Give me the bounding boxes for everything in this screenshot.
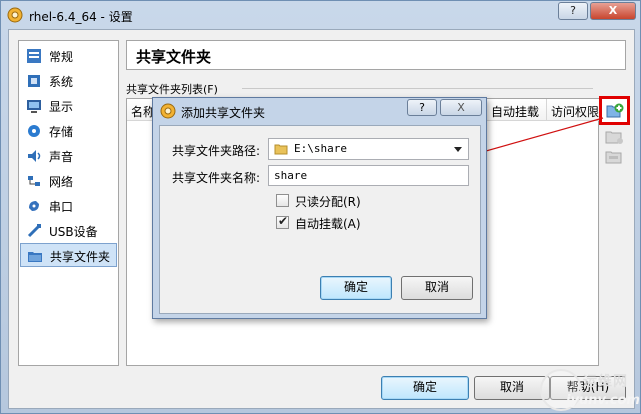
folder-path-combobox[interactable]: E:\share xyxy=(268,138,469,160)
sidebar-item-display[interactable]: 显示 xyxy=(20,94,117,118)
dialog-title: 添加共享文件夹 xyxy=(181,106,266,120)
system-icon xyxy=(28,75,40,87)
general-icon xyxy=(27,49,41,63)
folder-icon xyxy=(274,144,288,155)
folder-path-label: 共享文件夹路径: xyxy=(172,144,261,158)
sidebar-item-system[interactable]: 系统 xyxy=(20,69,117,93)
edit-folder-icon xyxy=(605,131,623,144)
add-folder-icon xyxy=(606,103,624,118)
chevron-down-icon[interactable] xyxy=(454,147,462,152)
display-icon xyxy=(27,100,41,113)
remove-folder-icon xyxy=(605,151,622,164)
virtualbox-gear-icon xyxy=(160,103,176,119)
sidebar-item-label: 网络 xyxy=(49,175,74,189)
dialog-body: 共享文件夹路径: E:\share 共享文件夹名称: share 只读分配(R)… xyxy=(159,125,481,314)
watermark-cn-text: 运维网 xyxy=(583,374,628,390)
sidebar-item-network[interactable]: 网络 xyxy=(20,169,117,193)
sidebar-item-shared-folders[interactable]: 共享文件夹 xyxy=(20,243,117,267)
sidebar-item-audio[interactable]: 声音 xyxy=(20,144,117,168)
sidebar-item-label: 显示 xyxy=(49,100,74,114)
automount-label[interactable]: 自动挂载(A) xyxy=(295,215,361,232)
settings-sidebar: 常规 系统 显示 存储 声音 网络 串口 USB设备 共享文件夹 xyxy=(18,40,119,366)
storage-icon xyxy=(28,125,40,137)
add-shared-folder-button[interactable] xyxy=(599,96,630,125)
ok-button[interactable]: 确定 xyxy=(381,376,469,400)
shared-folder-icon xyxy=(28,252,42,262)
sidebar-item-label: 声音 xyxy=(49,150,74,164)
sidebar-item-label: 存储 xyxy=(49,125,74,139)
window-title: rhel-6.4_64 - 设置 xyxy=(29,10,133,24)
sidebar-item-general[interactable]: 常规 xyxy=(20,44,117,68)
add-shared-folder-dialog: 添加共享文件夹 ? X 共享文件夹路径: E:\share 共享文件夹名称: s… xyxy=(152,97,487,319)
network-icon xyxy=(28,176,40,186)
readonly-checkbox[interactable] xyxy=(276,194,289,207)
remove-shared-folder-button[interactable] xyxy=(605,148,627,168)
usb-icon xyxy=(27,224,41,238)
dialog-cancel-button[interactable]: 取消 xyxy=(401,276,473,300)
divider xyxy=(242,88,593,89)
folder-name-input[interactable]: share xyxy=(268,165,469,186)
watermark-url-text: iyunv.com xyxy=(566,393,640,408)
title-bar: rhel-6.4_64 - 设置 ? X xyxy=(1,1,641,29)
window-help-button[interactable]: ? xyxy=(558,2,588,20)
dialog-ok-button[interactable]: 确定 xyxy=(320,276,392,300)
serial-port-icon xyxy=(29,201,39,211)
sidebar-item-serial-port[interactable]: 串口 xyxy=(20,194,117,218)
page-title-box: 共享文件夹 xyxy=(126,40,626,70)
page-title: 共享文件夹 xyxy=(136,48,212,66)
cancel-button[interactable]: 取消 xyxy=(474,376,550,400)
sidebar-item-label: USB设备 xyxy=(49,225,98,239)
virtualbox-gear-icon xyxy=(7,7,23,23)
sidebar-item-label: 系统 xyxy=(49,75,74,89)
edit-shared-folder-button[interactable] xyxy=(605,128,627,148)
automount-checkbox[interactable]: ✔ xyxy=(276,214,289,229)
sidebar-item-usb[interactable]: USB设备 xyxy=(20,219,117,243)
dialog-help-button[interactable]: ? xyxy=(407,99,437,116)
dialog-close-button[interactable]: X xyxy=(440,99,482,116)
checkmark-icon: ✔ xyxy=(278,214,289,228)
sidebar-item-label: 共享文件夹 xyxy=(50,250,111,264)
shared-folder-list-label: 共享文件夹列表(F) xyxy=(126,83,218,96)
sidebar-item-label: 串口 xyxy=(49,200,74,214)
folder-name-label: 共享文件夹名称: xyxy=(172,171,261,185)
sidebar-item-storage[interactable]: 存储 xyxy=(20,119,117,143)
folder-path-value: E:\share xyxy=(294,142,347,155)
column-header-access[interactable]: 访问权限 xyxy=(547,99,600,121)
dialog-title-bar: 添加共享文件夹 ? X xyxy=(153,98,486,124)
window-close-button[interactable]: X xyxy=(590,2,636,20)
column-header-automount[interactable]: 自动挂载 xyxy=(487,99,547,121)
readonly-label[interactable]: 只读分配(R) xyxy=(295,193,361,210)
audio-icon xyxy=(28,150,41,162)
sidebar-item-label: 常规 xyxy=(49,50,74,64)
watermark: 运维网 iyunv.com xyxy=(540,365,641,414)
